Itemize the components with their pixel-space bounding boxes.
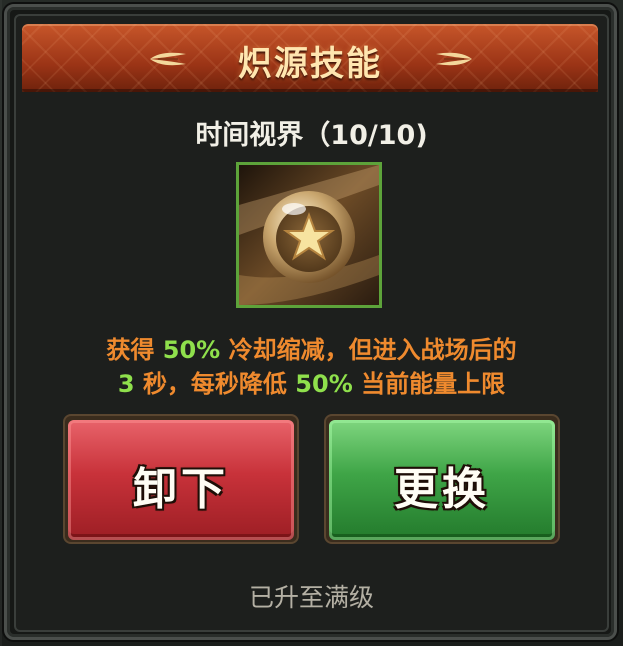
replace-button[interactable]: 更换 xyxy=(329,420,555,540)
dialog-title: 炽源技能 xyxy=(238,44,382,84)
max-level-status: 已升至满级 xyxy=(248,583,374,612)
desc-highlight-value: 50% xyxy=(295,370,353,398)
skill-description: 获得 50% 冷却缩减，但进入战场后的 3 秒，每秒降低 50% 当前能量上限 xyxy=(20,333,603,401)
desc-text: 秒，每秒降低 xyxy=(142,370,287,398)
desc-text: 冷却缩减，但进入战场后的 xyxy=(228,336,517,364)
desc-highlight-value: 3 xyxy=(117,370,135,398)
desc-text: 当前能量上限 xyxy=(361,370,506,398)
desc-text: 获得 xyxy=(106,336,155,364)
unequip-button[interactable]: 卸下 xyxy=(68,420,294,540)
unequip-button-label: 卸下 xyxy=(133,464,229,515)
title-bar: 炽源技能 xyxy=(22,24,598,92)
desc-highlight-value: 50% xyxy=(162,336,221,364)
skill-name: 时间视界（10/10) xyxy=(195,120,428,151)
skill-icon-slot[interactable] xyxy=(236,162,382,308)
replace-button-label: 更换 xyxy=(394,464,490,515)
star-orb-icon xyxy=(239,165,379,305)
leaf-ornament-right-icon xyxy=(436,52,472,66)
